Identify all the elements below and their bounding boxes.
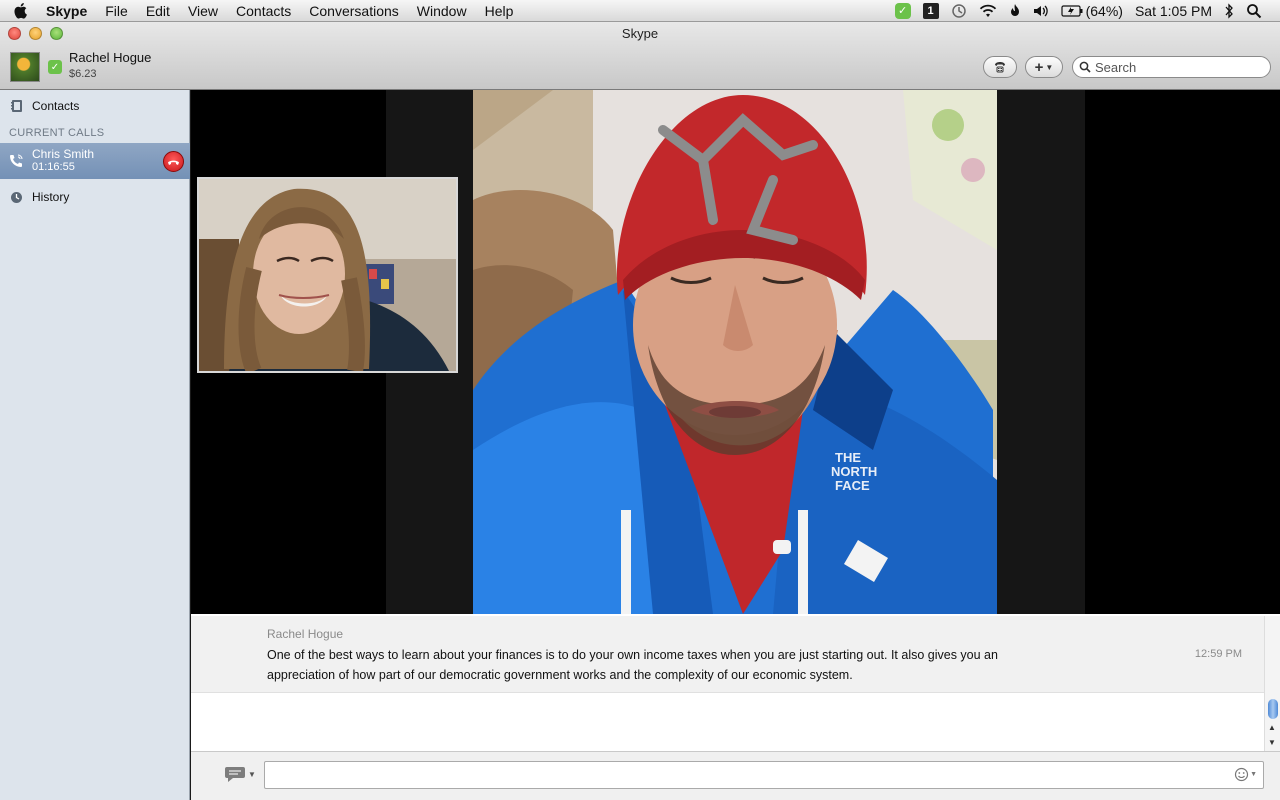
menu-extra-1-icon[interactable]: 1 [922,2,939,19]
clock[interactable]: Sat 1:05 PM [1135,3,1212,19]
svg-text:FACE: FACE [835,478,870,493]
dialpad-icon [995,62,1005,73]
message-text: One of the best ways to learn about your… [267,648,998,682]
chat-pane: Rachel Hogue One of the best ways to lea… [191,614,1280,800]
window-title: Skype [621,26,659,41]
menu-app-skype[interactable]: Skype [40,3,96,19]
phone-icon [0,153,32,169]
chat-bubble-icon [225,767,245,782]
menu-view[interactable]: View [179,3,227,19]
sidebar-item-contacts[interactable]: Contacts [0,97,190,115]
sidebar-item-label: Contacts [32,99,80,113]
bluetooth-icon[interactable] [1224,2,1234,19]
skype-status-icon[interactable]: ✓ [894,2,911,19]
chevron-down-icon: ▼ [1045,62,1054,72]
menu-conversations[interactable]: Conversations [300,3,408,19]
chevron-down-icon: ▼ [1250,771,1257,778]
menu-edit[interactable]: Edit [137,3,179,19]
online-status-icon[interactable]: ✓ [48,60,62,74]
search-input[interactable] [1095,59,1265,75]
message-composer: ▼ ▼ [191,751,1280,800]
remote-video-image: THE NORTH FACE [473,90,997,614]
remote-video-feed[interactable]: THE NORTH FACE [473,90,997,614]
search-icon [1079,61,1091,73]
battery-percent: (64%) [1085,2,1123,19]
menu-window[interactable]: Window [408,3,476,19]
svg-text:NORTH: NORTH [831,464,877,479]
message-timestamp: 12:59 PM [1194,648,1242,660]
emoticon-button[interactable]: ▼ [1234,767,1257,782]
message-author[interactable]: Rachel Hogue [267,627,343,641]
chat-message: Rachel Hogue One of the best ways to lea… [191,616,1264,693]
status-menus: ✓ 1 (64%) Sat 1:05 PM [889,0,1280,22]
menu-bar: Skype File Edit View Contacts Conversati… [0,0,1280,22]
apple-icon[interactable] [0,2,40,19]
profile-avatar[interactable] [10,52,40,82]
emoticon-icon [1234,767,1249,782]
scrollbar-thumb[interactable] [1268,699,1278,719]
call-duration: 01:16:55 [32,161,75,173]
wifi-icon[interactable] [979,4,997,18]
flame-icon[interactable] [1009,3,1021,19]
sidebar: Contacts CURRENT CALLS Chris Smith 01:16… [0,90,190,800]
scroll-up-arrow-icon[interactable]: ▲ [1268,723,1276,732]
sidebar-item-history[interactable]: History [0,188,190,206]
self-video-preview[interactable] [197,177,458,373]
menu-file[interactable]: File [96,3,137,19]
search-field[interactable] [1072,56,1271,78]
skype-credit: $6.23 [69,68,97,80]
window-toolbar: Skype ✓ Rachel Hogue $6.23 + ▼ [0,22,1280,90]
menu-help[interactable]: Help [476,3,523,19]
hangup-icon [168,160,179,165]
self-video-image [199,179,456,371]
volume-icon[interactable] [1033,4,1049,18]
message-input[interactable] [265,762,1225,788]
menu-contacts[interactable]: Contacts [227,3,300,19]
sidebar-item-current-call[interactable]: Chris Smith 01:16:55 [0,143,190,179]
message-input-field[interactable]: ▼ [264,761,1264,789]
spotlight-icon[interactable] [1246,3,1262,19]
time-machine-icon[interactable] [951,3,967,19]
add-button[interactable]: + ▼ [1025,56,1063,78]
dial-pad-button[interactable] [983,56,1017,78]
add-icon: + [1034,58,1044,76]
clock-icon [0,191,32,204]
hangup-button[interactable] [163,151,184,172]
video-call-area[interactable]: THE NORTH FACE [191,90,1280,614]
video-letterbox-right [997,90,1085,614]
current-calls-header: CURRENT CALLS [9,127,105,139]
profile-name[interactable]: Rachel Hogue [69,50,151,65]
scroll-down-arrow-icon[interactable]: ▼ [1268,738,1276,747]
chat-mode-button[interactable]: ▼ [224,765,256,783]
chat-scrollbar[interactable]: ▲ ▼ [1264,616,1280,752]
battery-indicator[interactable]: (64%) [1060,2,1123,19]
call-contact-name: Chris Smith [32,147,95,161]
svg-text:THE: THE [835,450,861,465]
sidebar-item-label: History [32,190,70,204]
contacts-book-icon [0,99,32,113]
chevron-down-icon: ▼ [248,769,256,779]
